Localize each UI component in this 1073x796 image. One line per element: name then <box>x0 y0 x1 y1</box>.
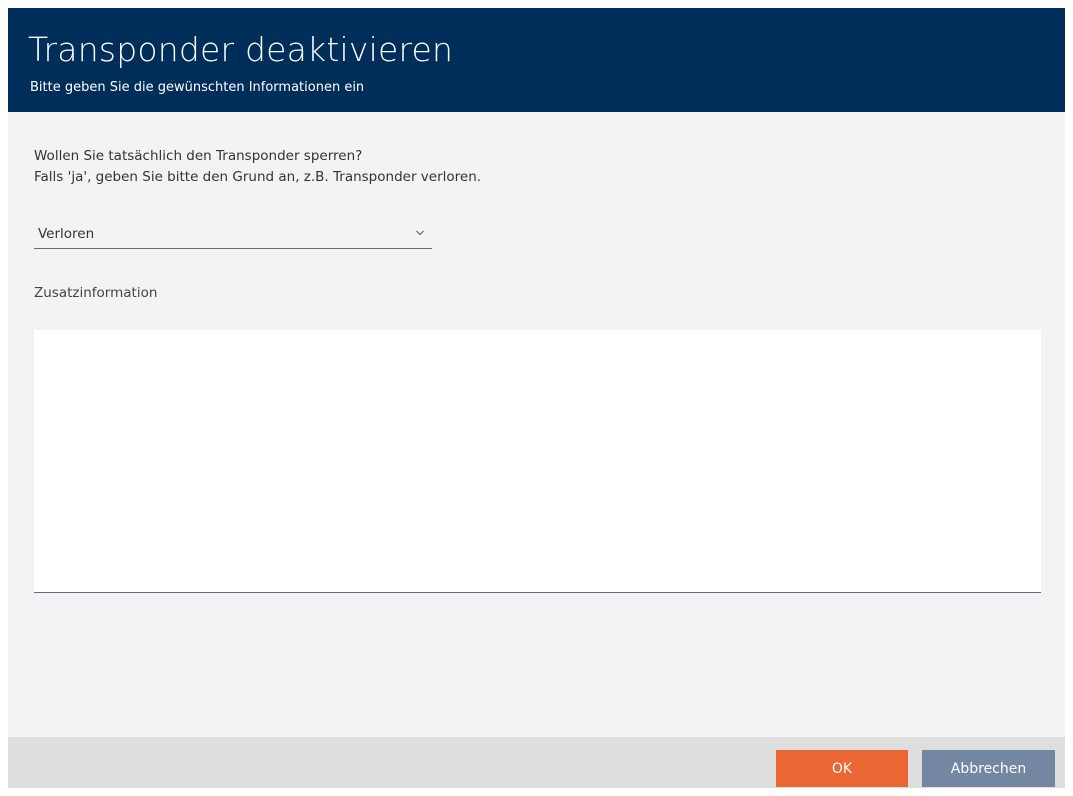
deactivate-transponder-dialog: Transponder deaktivieren Bitte geben Sie… <box>8 8 1065 788</box>
dialog-title: Transponder deaktivieren <box>28 30 454 69</box>
dialog-footer: OK Abbrechen <box>8 737 1065 788</box>
chevron-down-icon <box>416 230 424 236</box>
reason-dropdown-value: Verloren <box>38 226 95 242</box>
cancel-button[interactable]: Abbrechen <box>922 750 1055 787</box>
question-line-1: Wollen Sie tatsächlich den Transponder s… <box>34 148 363 164</box>
dialog-header: Transponder deaktivieren Bitte geben Sie… <box>8 8 1065 112</box>
question-line-2: Falls 'ja', geben Sie bitte den Grund an… <box>34 169 482 185</box>
additional-info-label: Zusatzinformation <box>34 285 158 301</box>
additional-info-textarea[interactable] <box>34 330 1041 593</box>
dialog-subtitle: Bitte geben Sie die gewünschten Informat… <box>30 80 365 95</box>
reason-dropdown[interactable]: Verloren <box>34 221 432 249</box>
confirmation-question: Wollen Sie tatsächlich den Transponder s… <box>34 146 481 188</box>
ok-button[interactable]: OK <box>776 750 908 787</box>
